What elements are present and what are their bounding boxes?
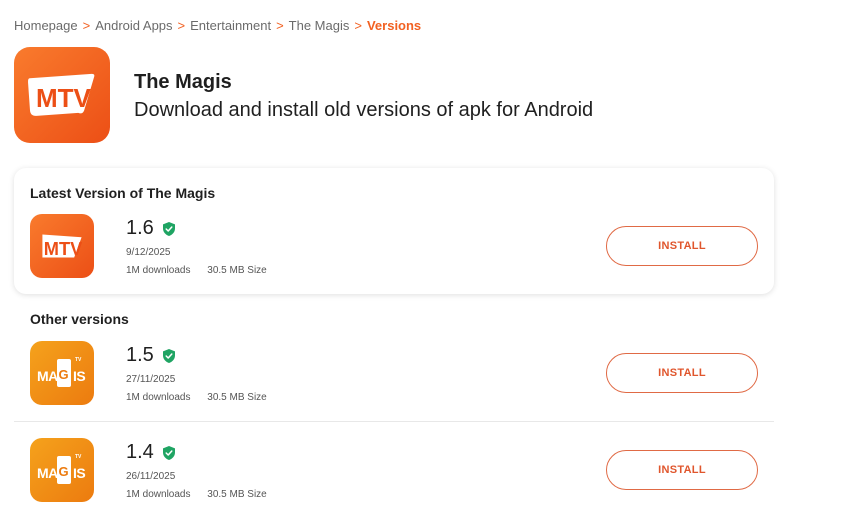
latest-version-title: Latest Version of The Magis <box>30 185 216 201</box>
version-row-latest: MTV 1.6 9/12/2025 1M downloads 30.5 MB S… <box>14 214 774 294</box>
download-count: 1M downloads <box>126 392 191 403</box>
install-button[interactable]: INSTALL <box>606 353 758 393</box>
svg-text:MA: MA <box>37 465 58 481</box>
install-button[interactable]: INSTALL <box>606 226 758 266</box>
version-meta: 1M downloads 30.5 MB Size <box>126 265 267 276</box>
breadcrumb: Homepage > Android Apps > Entertainment … <box>14 18 421 33</box>
row-divider <box>14 421 774 422</box>
version-date: 9/12/2025 <box>126 247 171 258</box>
version-date: 27/11/2025 <box>126 374 176 385</box>
magis-tv-logo-icon[interactable]: MA G IS TV <box>30 438 94 502</box>
version-meta: 1M downloads 30.5 MB Size <box>126 392 267 403</box>
breadcrumb-android-apps[interactable]: Android Apps <box>95 18 172 33</box>
mtv-logo-text: MTV <box>36 83 92 113</box>
verified-shield-icon <box>162 445 175 460</box>
version-number: 1.5 <box>126 344 175 367</box>
file-size: 30.5 MB Size <box>207 489 267 500</box>
version-label: 1.6 <box>126 217 154 239</box>
version-date: 26/11/2025 <box>126 471 176 482</box>
mtv-logo-icon: MTV <box>27 73 95 116</box>
file-size: 30.5 MB Size <box>207 392 267 403</box>
version-label: 1.4 <box>126 441 154 463</box>
mtv-logo-icon: MTV <box>42 234 83 259</box>
svg-text:G: G <box>59 464 69 479</box>
version-number: 1.6 <box>126 217 175 240</box>
breadcrumb-separator: > <box>276 18 284 33</box>
version-number: 1.4 <box>126 441 175 464</box>
page-subtitle: Download and install old versions of apk… <box>134 99 594 121</box>
page-title: The Magis <box>134 71 232 93</box>
magis-tv-logo-icon: MA G IS TV <box>37 357 86 387</box>
mtv-logo-text: MTV <box>44 238 83 259</box>
app-logo-icon: MTV <box>14 47 110 143</box>
breadcrumb-entertainment[interactable]: Entertainment <box>190 18 271 33</box>
verified-shield-icon <box>162 221 175 236</box>
svg-text:TV: TV <box>75 454 82 460</box>
latest-version-card: Latest Version of The Magis MTV 1.6 9/12… <box>14 168 774 294</box>
magis-tv-logo-icon[interactable]: MA G IS TV <box>30 341 94 405</box>
svg-text:TV: TV <box>75 357 82 363</box>
breadcrumb-separator: > <box>354 18 362 33</box>
svg-text:IS: IS <box>73 368 85 384</box>
version-label: 1.5 <box>126 344 154 366</box>
svg-text:MA: MA <box>37 368 58 384</box>
breadcrumb-separator: > <box>82 18 91 33</box>
svg-text:IS: IS <box>73 465 85 481</box>
svg-text:G: G <box>59 367 69 382</box>
verified-shield-icon <box>162 348 175 363</box>
version-row: MA G IS TV 1.5 27/11/2025 1M downloads 3… <box>14 341 774 421</box>
file-size: 30.5 MB Size <box>207 265 267 276</box>
download-count: 1M downloads <box>126 265 191 276</box>
download-count: 1M downloads <box>126 489 191 500</box>
breadcrumb-homepage[interactable]: Homepage <box>14 18 78 33</box>
install-button[interactable]: INSTALL <box>606 450 758 490</box>
version-meta: 1M downloads 30.5 MB Size <box>126 489 267 500</box>
breadcrumb-separator: > <box>177 18 186 33</box>
version-row: MA G IS TV 1.4 26/11/2025 1M downloads 3… <box>14 438 774 516</box>
app-header: MTV The Magis Download and install old v… <box>14 47 593 143</box>
magis-tv-logo-icon: MA G IS TV <box>37 454 86 484</box>
breadcrumb-versions: Versions <box>366 18 422 33</box>
breadcrumb-the-magis[interactable]: The Magis <box>289 18 350 33</box>
other-versions-title: Other versions <box>30 311 129 327</box>
mtv-logo-icon[interactable]: MTV <box>30 214 94 278</box>
